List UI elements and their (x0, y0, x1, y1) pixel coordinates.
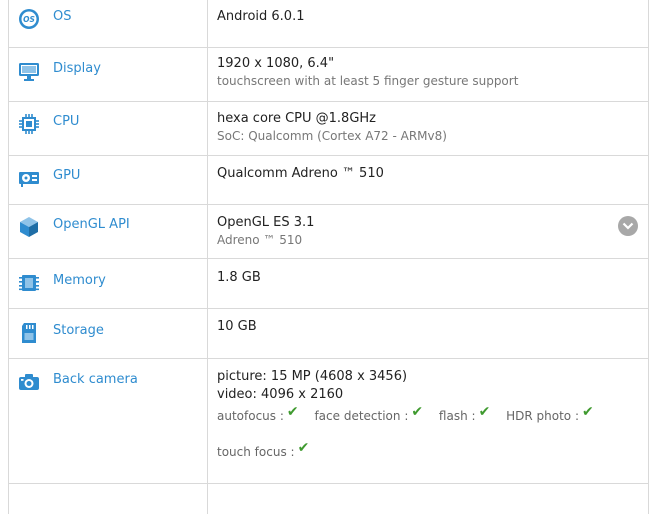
spec-label-cell: GPU (9, 156, 208, 204)
spec-label-cell: OpenGL API (9, 205, 208, 258)
camera-features: autofocus : ✔ face detection : ✔ flash : ✔ … (217, 404, 648, 425)
feature-item: autofocus : ✔ (217, 404, 299, 425)
feature-label: face detection : (314, 409, 409, 423)
spec-value-cell: 10 GB (208, 309, 648, 358)
checkmark-icon: ✔ (297, 440, 310, 456)
spec-label-display: Display (53, 61, 101, 76)
cpu-value: hexa core CPU @1.8GHz (217, 111, 377, 126)
spec-value-cell: OpenGL ES 3.1 Adreno ™ 510 (208, 205, 648, 258)
spec-label-cell: CPU (9, 102, 208, 155)
chevron-down-icon (622, 222, 634, 230)
spec-label-gpu: GPU (53, 168, 81, 183)
storage-value: 10 GB (217, 319, 257, 334)
spec-table: OS OS Android 6.0.1 Display 1920 x 1080,… (8, 0, 649, 514)
spec-value-cell: 1920 x 1080, 6.4" touchscreen with at le… (208, 48, 648, 101)
feature-item: flash : ✔ (438, 404, 491, 425)
feature-item: HDR photo : ✔ (506, 404, 594, 425)
opengl-subvalue: Adreno ™ 510 (217, 233, 303, 247)
spec-row-gpu: GPU Qualcomm Adreno ™ 510 (9, 156, 648, 205)
sd-card-icon (22, 323, 36, 343)
spec-value-cell: picture: 15 MP (4608 x 3456) video: 4096… (208, 359, 648, 483)
spec-row-cpu: CPU hexa core CPU @1.8GHz SoC: Qualcomm … (9, 102, 648, 156)
monitor-icon (19, 63, 39, 81)
spec-value-cell: Android 6.0.1 (208, 0, 648, 47)
gpu-icon (19, 172, 39, 187)
spec-row-storage: Storage 10 GB (9, 309, 648, 359)
spec-label-storage: Storage (53, 323, 104, 338)
spec-label-cell: Back camera (9, 359, 208, 483)
spec-value-cell: hexa core CPU @1.8GHz SoC: Qualcomm (Cor… (208, 102, 648, 155)
spec-label-cell: Storage (9, 309, 208, 358)
gpu-value: Qualcomm Adreno ™ 510 (217, 166, 384, 181)
spec-label-cell: Display (9, 48, 208, 101)
spec-row-memory: Memory 1.8 GB (9, 259, 648, 309)
checkmark-icon: ✔ (411, 404, 424, 420)
feature-label: autofocus : (217, 409, 284, 423)
camera-icon (19, 374, 39, 390)
camera-features-2: touch focus : ✔ (217, 440, 648, 461)
svg-text:OS: OS (23, 15, 35, 24)
cpu-icon (19, 114, 39, 134)
checkmark-icon: ✔ (286, 404, 299, 420)
display-subvalue: touchscreen with at least 5 finger gestu… (217, 74, 519, 88)
back-camera-picture: picture: 15 MP (4608 x 3456) (217, 369, 408, 384)
spec-value-cell: 1.8 GB (208, 259, 648, 308)
cube-icon (20, 217, 38, 237)
spec-label-cell: OS OS (9, 0, 208, 47)
spec-label-cpu: CPU (53, 114, 80, 129)
memory-value: 1.8 GB (217, 270, 261, 285)
spec-row-os: OS OS Android 6.0.1 (9, 0, 648, 48)
display-value: 1920 x 1080, 6.4" (217, 56, 335, 71)
feature-item: face detection : ✔ (314, 404, 424, 425)
checkmark-icon: ✔ (478, 404, 491, 420)
os-value: Android 6.0.1 (217, 9, 305, 24)
feature-label: flash : (438, 409, 476, 423)
back-camera-video: video: 4096 x 2160 (217, 387, 344, 402)
os-icon: OS (19, 9, 39, 29)
spec-label-cell: Memory (9, 259, 208, 308)
spec-label-opengl: OpenGL API (53, 217, 130, 232)
spec-row-opengl: OpenGL API OpenGL ES 3.1 Adreno ™ 510 (9, 205, 648, 259)
feature-item: touch focus : ✔ (217, 440, 310, 461)
spec-value-cell: Qualcomm Adreno ™ 510 (208, 156, 648, 204)
cpu-subvalue: SoC: Qualcomm (Cortex A72 - ARMv8) (217, 129, 447, 143)
spec-row-back-camera: Back camera picture: 15 MP (4608 x 3456)… (9, 359, 648, 484)
spec-label-back-camera: Back camera (53, 372, 138, 387)
feature-label: HDR photo : (506, 409, 580, 423)
spec-label-os: OS (53, 9, 72, 24)
spec-label-memory: Memory (53, 273, 106, 288)
memory-chip-icon (19, 275, 39, 291)
spec-row-display: Display 1920 x 1080, 6.4" touchscreen wi… (9, 48, 648, 102)
feature-label: touch focus : (217, 445, 295, 459)
checkmark-icon: ✔ (582, 404, 594, 420)
expand-button[interactable] (618, 216, 638, 236)
opengl-value: OpenGL ES 3.1 (217, 215, 315, 230)
